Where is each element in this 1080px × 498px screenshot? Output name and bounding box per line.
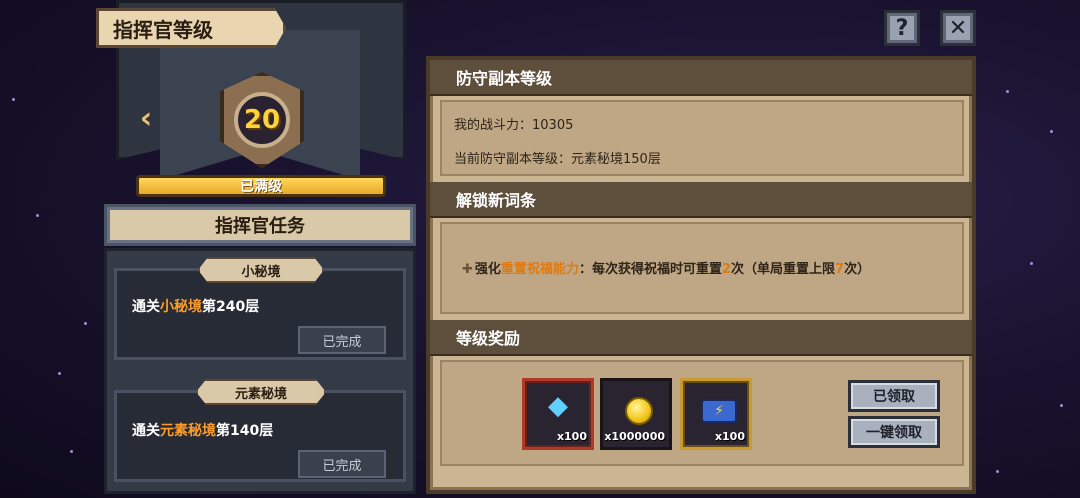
claim-all-button[interactable]: 一键领取 (848, 416, 940, 448)
unlock-entry-text: ✚ 强化重置祝福能力：每次获得祝福时可重置2次（单局重置上限7次） (462, 258, 870, 277)
level-rewards-title-text: 等级奖励 (456, 329, 521, 348)
task-completed-button[interactable]: 已完成 (298, 450, 386, 478)
background-star (12, 98, 15, 101)
reward-quantity: x1000000 (604, 430, 665, 443)
background-star (996, 470, 999, 473)
task-description: 通关小秘境第240层 (132, 296, 259, 316)
battery-icon: ⚡ (701, 399, 737, 423)
task-prefix: 通关 (132, 299, 160, 315)
task-description: 通关元素秘境第140层 (132, 420, 273, 440)
background-star (70, 450, 73, 453)
question-mark-icon: ? (895, 15, 909, 41)
background-star (1050, 130, 1053, 133)
level-progress-bar: 已满级 (136, 175, 386, 197)
level-status: 已满级 (240, 179, 282, 195)
background-star (1030, 262, 1033, 265)
task-completed-button[interactable]: 已完成 (298, 326, 386, 354)
task-highlight: 小秘境 (160, 299, 202, 315)
claimed-button[interactable]: 已领取 (848, 380, 940, 412)
reward-slot[interactable]: x1000000 (600, 378, 672, 450)
plus-icon: ✚ (462, 262, 473, 277)
task-prefix: 通关 (132, 423, 160, 439)
reward-slot[interactable]: ◆ x100 (522, 378, 594, 450)
unlock-entry-title: 解锁新词条 (430, 182, 972, 218)
unlock-middle2: 次（单局重置上限 (731, 262, 836, 277)
task-suffix: 第140层 (216, 423, 274, 439)
help-button[interactable]: ? (884, 10, 920, 46)
defense-level-title-text: 防守副本等级 (456, 69, 553, 88)
reward-quantity: x100 (714, 430, 745, 443)
task-tag-label: 小秘境 (241, 264, 281, 280)
background-star (36, 214, 39, 217)
task-highlight: 元素秘境 (160, 423, 216, 439)
close-icon: ✕ (948, 15, 968, 41)
task-tag: 元素秘境 (196, 379, 326, 405)
reward-quantity: x100 (556, 430, 587, 443)
close-button[interactable]: ✕ (940, 10, 976, 46)
unlock-entry-title-text: 解锁新词条 (456, 191, 537, 210)
task-suffix: 第240层 (202, 299, 260, 315)
unlock-count-b: 7 (835, 262, 845, 277)
claimed-button-label: 已领取 (873, 389, 915, 405)
background-star (84, 322, 87, 325)
unlock-prefix: 强化 (474, 262, 501, 277)
combat-power-text: 我的战斗力：10305 (454, 118, 574, 133)
unlock-middle: ：每次获得祝福时可重置 (578, 262, 722, 277)
tasks-header-label: 指挥官任务 (215, 216, 305, 237)
unlock-suffix: 次） (844, 262, 871, 277)
background-star (58, 372, 61, 375)
claim-all-button-label: 一键领取 (866, 425, 922, 441)
previous-arrow-icon[interactable]: ‹ (130, 98, 162, 138)
task-status-label: 已完成 (322, 458, 362, 474)
defense-level-title: 防守副本等级 (430, 60, 972, 96)
unlock-count-a: 2 (721, 262, 731, 277)
unlock-highlight: 重置祝福能力 (500, 262, 579, 277)
task-tag-label: 元素秘境 (234, 386, 287, 402)
page-title: 指挥官等级 (96, 8, 286, 48)
current-defense-level-text: 当前防守副本等级：元素秘境150层 (454, 152, 661, 167)
level-number: 20 (243, 105, 281, 135)
page-title-text: 指挥官等级 (113, 17, 213, 42)
diamond-icon: ◆ (548, 391, 568, 421)
background-star (1006, 90, 1009, 93)
level-badge: 20 (234, 92, 290, 148)
background-star (1060, 404, 1063, 407)
task-tag: 小秘境 (198, 257, 324, 283)
reward-slot[interactable]: ⚡ x100 (680, 378, 752, 450)
level-rewards-title: 等级奖励 (430, 320, 972, 356)
gold-coin-icon (625, 397, 653, 425)
task-status-label: 已完成 (322, 334, 362, 350)
tasks-header: 指挥官任务 (104, 204, 416, 246)
